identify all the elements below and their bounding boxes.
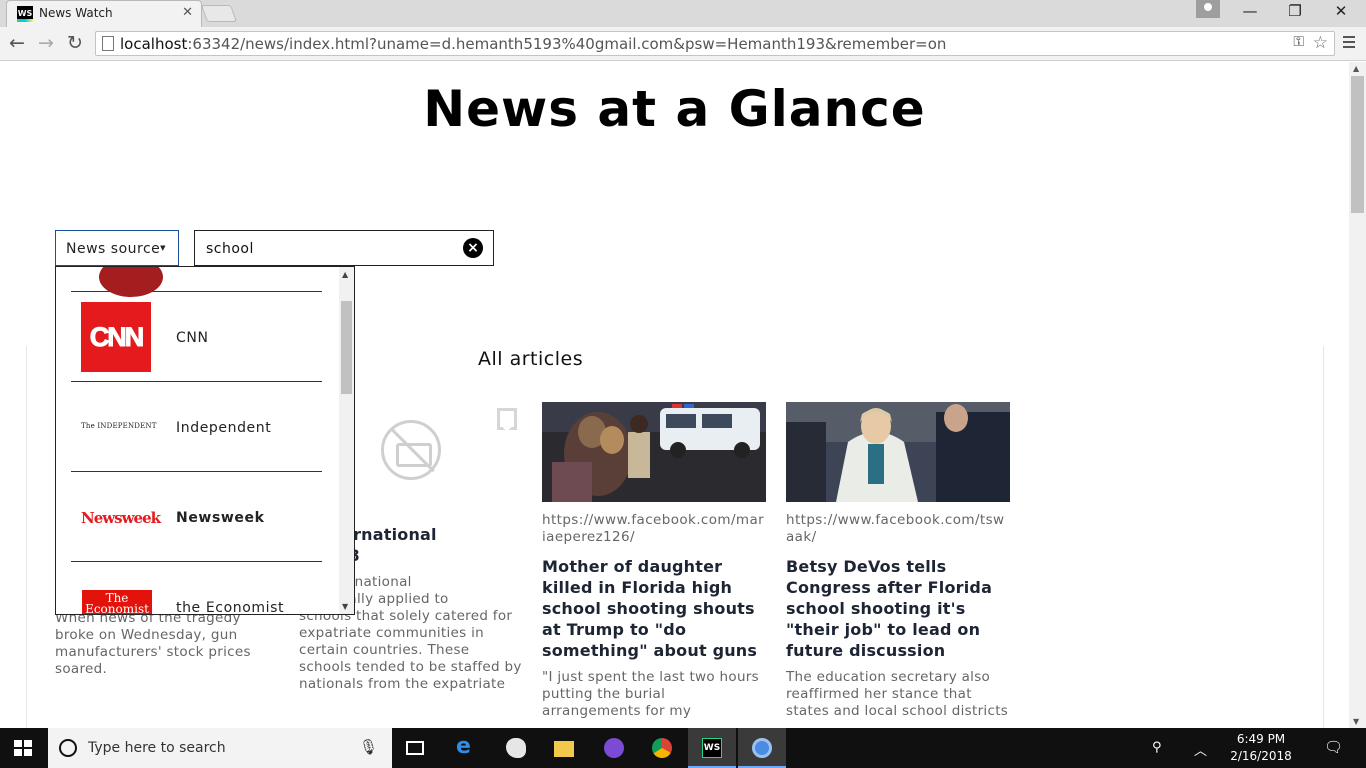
tab-title: News Watch <box>39 6 113 20</box>
source-item-economist[interactable]: The Economist the Economist <box>71 562 322 615</box>
source-label: the Economist <box>176 600 285 615</box>
source-label: Newsweek <box>176 510 265 526</box>
scroll-down-icon[interactable]: ▼ <box>342 602 348 611</box>
file-explorer-icon[interactable] <box>540 728 588 768</box>
task-view-icon[interactable] <box>392 728 440 768</box>
section-title: All articles <box>478 348 584 370</box>
page-scroll-thumb[interactable] <box>1351 76 1364 213</box>
edge-icon[interactable]: e <box>442 728 490 768</box>
source-item-cnn[interactable]: CNN CNN <box>71 292 322 382</box>
forward-arrow-icon[interactable]: → <box>35 32 57 54</box>
user-profile-icon[interactable] <box>1196 0 1220 18</box>
cortana-icon <box>59 739 77 757</box>
reload-icon[interactable]: ↻ <box>64 32 86 54</box>
app-icon-purple[interactable] <box>590 728 638 768</box>
scroll-up-icon[interactable]: ▲ <box>342 270 348 279</box>
tab-close-icon[interactable]: ✕ <box>182 5 193 20</box>
source-item-independent[interactable]: The INDEPENDENT Independent <box>71 382 322 472</box>
page-title: News at a Glance <box>423 80 926 138</box>
clock-time: 6:49 PM <box>1236 732 1286 746</box>
clear-search-icon[interactable]: × <box>463 238 483 258</box>
newsweek-logo: Newsweek <box>81 509 161 527</box>
webstorm-taskbar-icon[interactable]: WS <box>688 728 736 768</box>
page-info-icon[interactable] <box>102 36 114 51</box>
taskbar-search-box[interactable]: Type here to search 🎙 <box>48 728 392 768</box>
show-hidden-icons[interactable]: ︿ <box>1194 740 1207 759</box>
article-description: The education secretary also reaffirmed … <box>786 669 1009 719</box>
cnn-logo: CNN <box>81 302 151 372</box>
chrome-icon[interactable] <box>638 728 686 768</box>
article-card[interactable]: https://www.facebook.com/tswaak/ Betsy D… <box>786 402 1010 720</box>
news-source-button[interactable]: News source ▼ <box>55 230 179 266</box>
webstorm-icon: WS <box>17 6 33 22</box>
browser-tab[interactable]: WS News Watch ✕ <box>6 0 202 27</box>
source-label: CNN <box>176 330 209 346</box>
taskbar: Type here to search 🎙 e WS ⚲ ︿ 6:49 PM 2… <box>0 728 1366 768</box>
page-scrollbar[interactable]: ▲ ▼ <box>1349 62 1366 728</box>
new-tab-button[interactable] <box>200 5 238 22</box>
article-source-url[interactable]: https://www.facebook.com/tswaak/ <box>786 512 1009 546</box>
source-label: Independent <box>176 420 272 436</box>
browser-menu-icon[interactable] <box>1342 33 1356 51</box>
bookmark-star-icon[interactable]: ☆ <box>1313 33 1328 53</box>
chrome-active-icon[interactable] <box>738 728 786 768</box>
source-item-newsweek[interactable]: Newsweek Newsweek <box>71 472 322 562</box>
notifications-icon[interactable]: 🗨 <box>1324 738 1343 756</box>
paint-icon[interactable] <box>492 728 540 768</box>
dropdown-scroll-thumb[interactable] <box>341 301 352 394</box>
minimize-icon[interactable]: — <box>1235 2 1265 20</box>
page-viewport: News at a Glance News source ▼ school × … <box>0 62 1366 728</box>
scroll-up-icon[interactable]: ▲ <box>1353 64 1359 73</box>
economist-logo: The Economist <box>82 590 152 615</box>
windows-start-icon[interactable] <box>14 740 32 756</box>
people-icon[interactable]: ⚲ <box>1152 740 1162 755</box>
article-title[interactable]: Betsy DeVos tells Congress after Florida… <box>786 556 1009 661</box>
source-item[interactable] <box>71 267 322 297</box>
browser-toolbar: ← → ↻ localhost:63342/news/index.html?un… <box>0 27 1366 61</box>
news-source-label: News source <box>66 241 161 257</box>
economist-logo-line2: Economist <box>85 602 149 615</box>
clock-date: 2/16/2018 <box>1230 749 1292 763</box>
article-description: When news of the tragedy broke on Wednes… <box>55 610 251 677</box>
close-window-icon[interactable]: ✕ <box>1326 2 1356 20</box>
tab-strip: WS News Watch ✕ — ❐ ✕ <box>0 0 1366 27</box>
no-image-camera-icon <box>381 420 441 480</box>
url-text[interactable]: localhost:63342/news/index.html?uname=d.… <box>120 35 946 53</box>
article-image-vigil[interactable] <box>542 402 766 502</box>
article-title[interactable]: Mother of daughter killed in Florida hig… <box>542 556 766 661</box>
independent-logo: The INDEPENDENT <box>81 422 157 430</box>
back-arrow-icon[interactable]: ← <box>6 32 28 54</box>
article-card[interactable]: When news of the tragedy broke on Wednes… <box>55 610 270 678</box>
search-input[interactable]: school × <box>194 230 494 266</box>
key-icon[interactable]: ⚿ <box>1293 34 1304 50</box>
search-value: school <box>206 241 254 257</box>
address-bar[interactable]: localhost:63342/news/index.html?uname=d.… <box>95 31 1335 56</box>
scroll-down-icon[interactable]: ▼ <box>1353 717 1359 726</box>
microphone-icon[interactable]: 🎙 <box>359 738 378 756</box>
article-card[interactable]: https://www.facebook.com/mariaeperez126/… <box>542 402 766 720</box>
article-image-devos[interactable] <box>786 402 1010 502</box>
article-description: "I just spent the last two hours putting… <box>542 669 759 719</box>
dropdown-scrollbar[interactable]: ▲ ▼ <box>339 267 354 614</box>
article-source-url[interactable]: https://www.facebook.com/mariaeperez126/ <box>542 512 766 546</box>
restore-icon[interactable]: ❐ <box>1280 2 1310 20</box>
news-source-dropdown[interactable]: CNN CNN The INDEPENDENT Independent News… <box>55 266 355 615</box>
taskbar-search-placeholder: Type here to search <box>88 740 226 756</box>
system-clock[interactable]: 6:49 PM 2/16/2018 <box>1226 731 1296 765</box>
caret-down-icon: ▼ <box>160 244 166 252</box>
bookmark-icon[interactable] <box>497 408 517 430</box>
